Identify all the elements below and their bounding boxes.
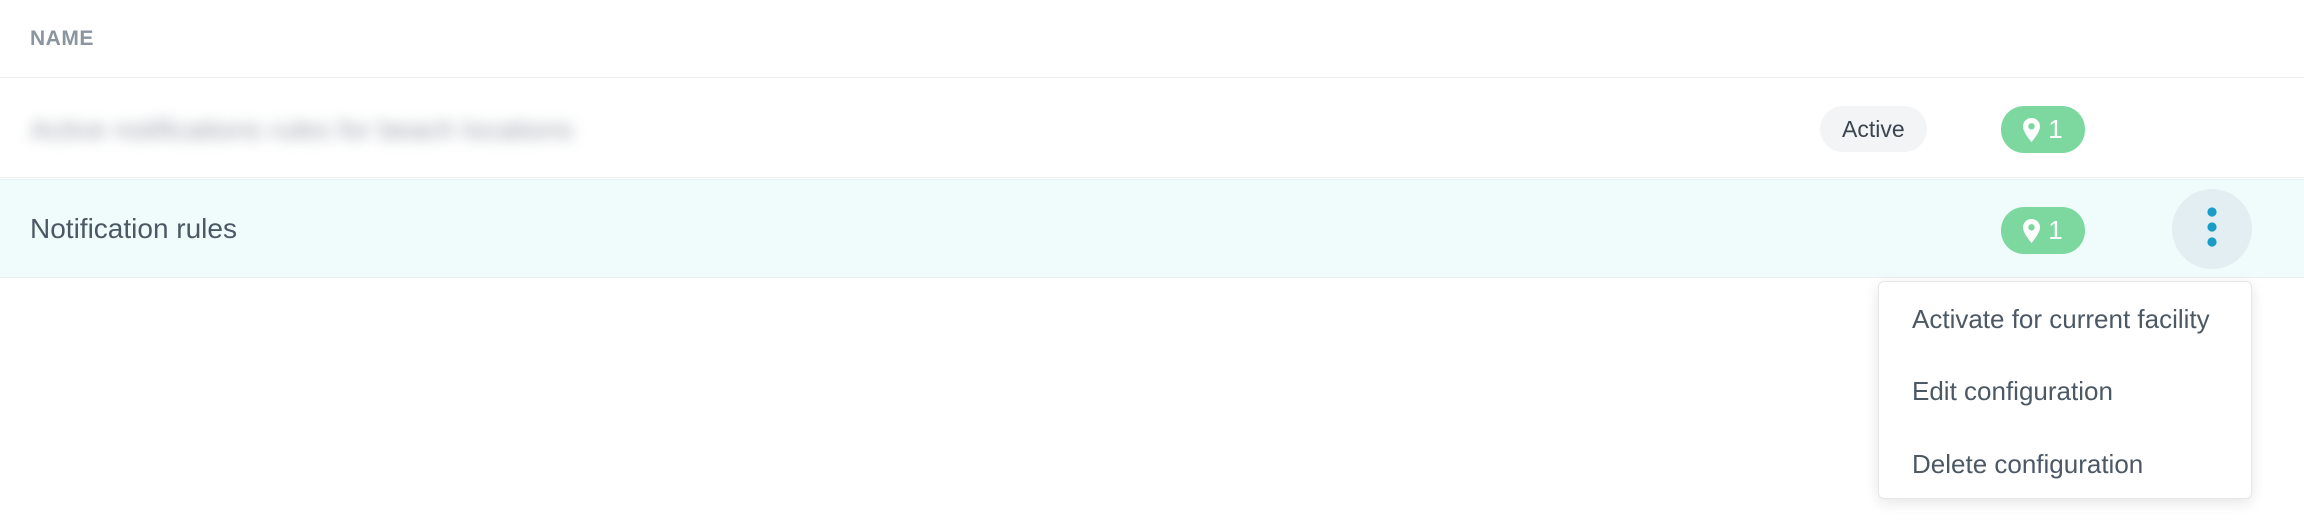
column-header-name[interactable]: NAME: [30, 27, 94, 51]
menu-item-activate[interactable]: Activate for current facility: [1912, 304, 2210, 335]
status-badge: Active: [1820, 106, 1927, 152]
map-pin-icon: [2023, 218, 2041, 243]
table-row-selected[interactable]: Notification rules 1: [0, 179, 2304, 278]
table-header: NAME: [0, 0, 2304, 78]
actions-menu: Activate for current facility Edit confi…: [1878, 281, 2252, 499]
configurations-page: NAME Active notifications rules for beac…: [0, 0, 2304, 524]
vertical-dots-icon: [2206, 206, 2218, 252]
row-name: Notification rules: [30, 213, 237, 244]
facility-count: 1: [2048, 114, 2063, 144]
facility-count: 1: [2048, 215, 2063, 245]
more-actions-button[interactable]: [2172, 189, 2252, 269]
row-name: Active notifications rules for beach loc…: [30, 114, 574, 145]
menu-item-delete[interactable]: Delete configuration: [1912, 449, 2143, 480]
table-row[interactable]: Active notifications rules for beach loc…: [0, 79, 2304, 178]
menu-item-edit[interactable]: Edit configuration: [1912, 376, 2113, 407]
facility-count-badge[interactable]: 1: [2001, 106, 2085, 153]
facility-count-badge[interactable]: 1: [2001, 207, 2085, 254]
map-pin-icon: [2023, 117, 2041, 142]
